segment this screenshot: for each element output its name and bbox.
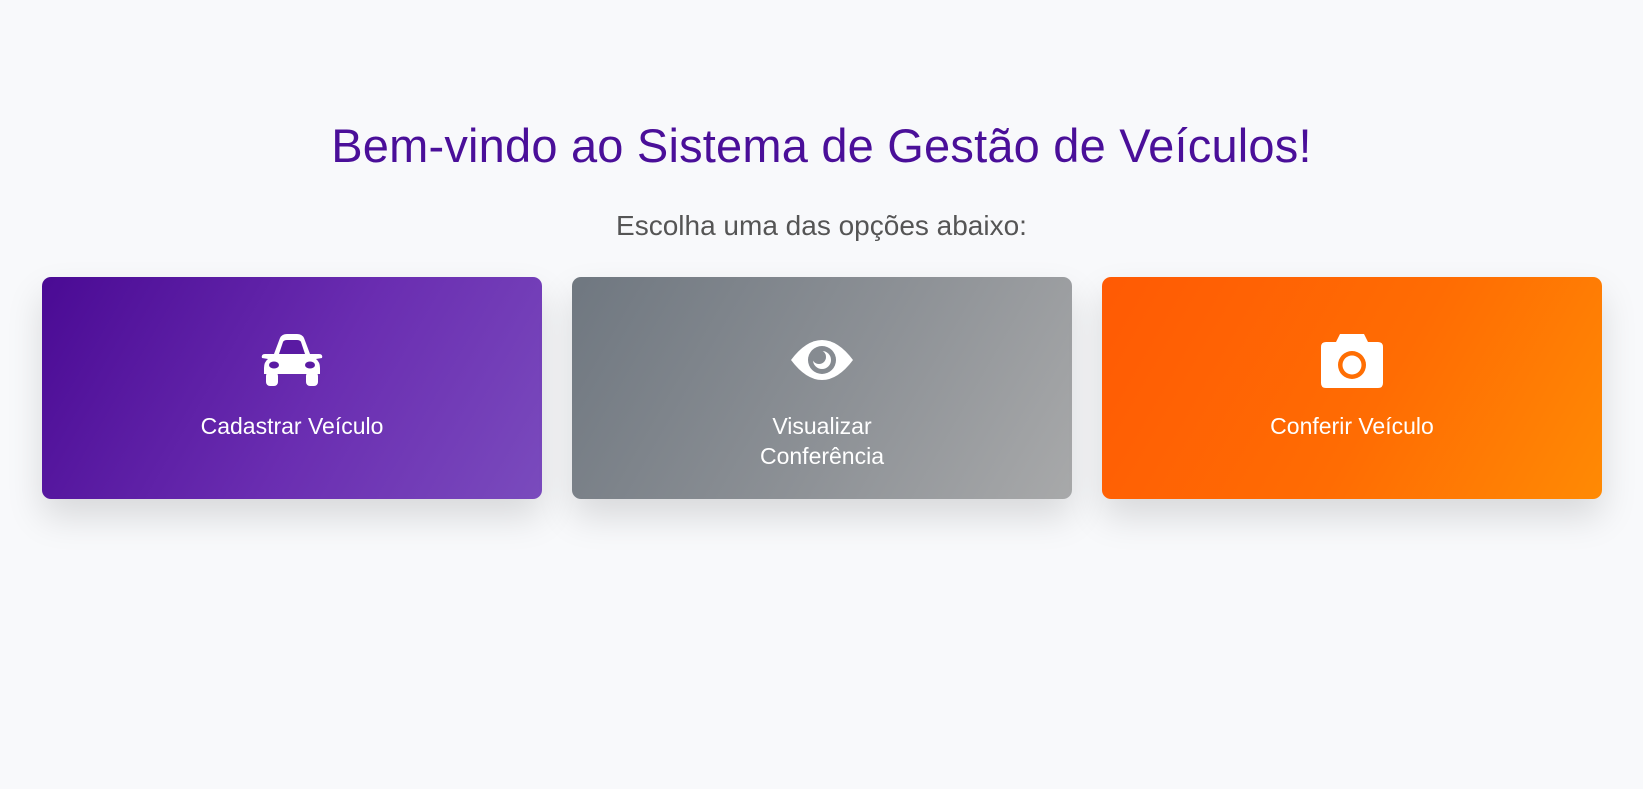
camera-icon [1320,332,1384,390]
eye-icon [790,332,854,390]
register-vehicle-card[interactable]: Cadastrar Veículo [42,277,542,499]
view-conference-card[interactable]: Visualizar Conferência [572,277,1072,499]
check-vehicle-label: Conferir Veículo [1270,413,1434,439]
view-conference-label: Visualizar Conferência [759,413,885,469]
page-title: Bem-vindo ao Sistema de Gestão de Veícul… [331,119,1312,172]
check-vehicle-card[interactable]: Conferir Veículo [1102,277,1602,499]
car-icon [260,332,324,390]
options-grid: Cadastrar Veículo Visualizar Conferência [42,277,1602,499]
register-vehicle-label: Cadastrar Veículo [200,413,384,439]
page-subtitle: Escolha uma das opções abaixo: [616,210,1027,241]
